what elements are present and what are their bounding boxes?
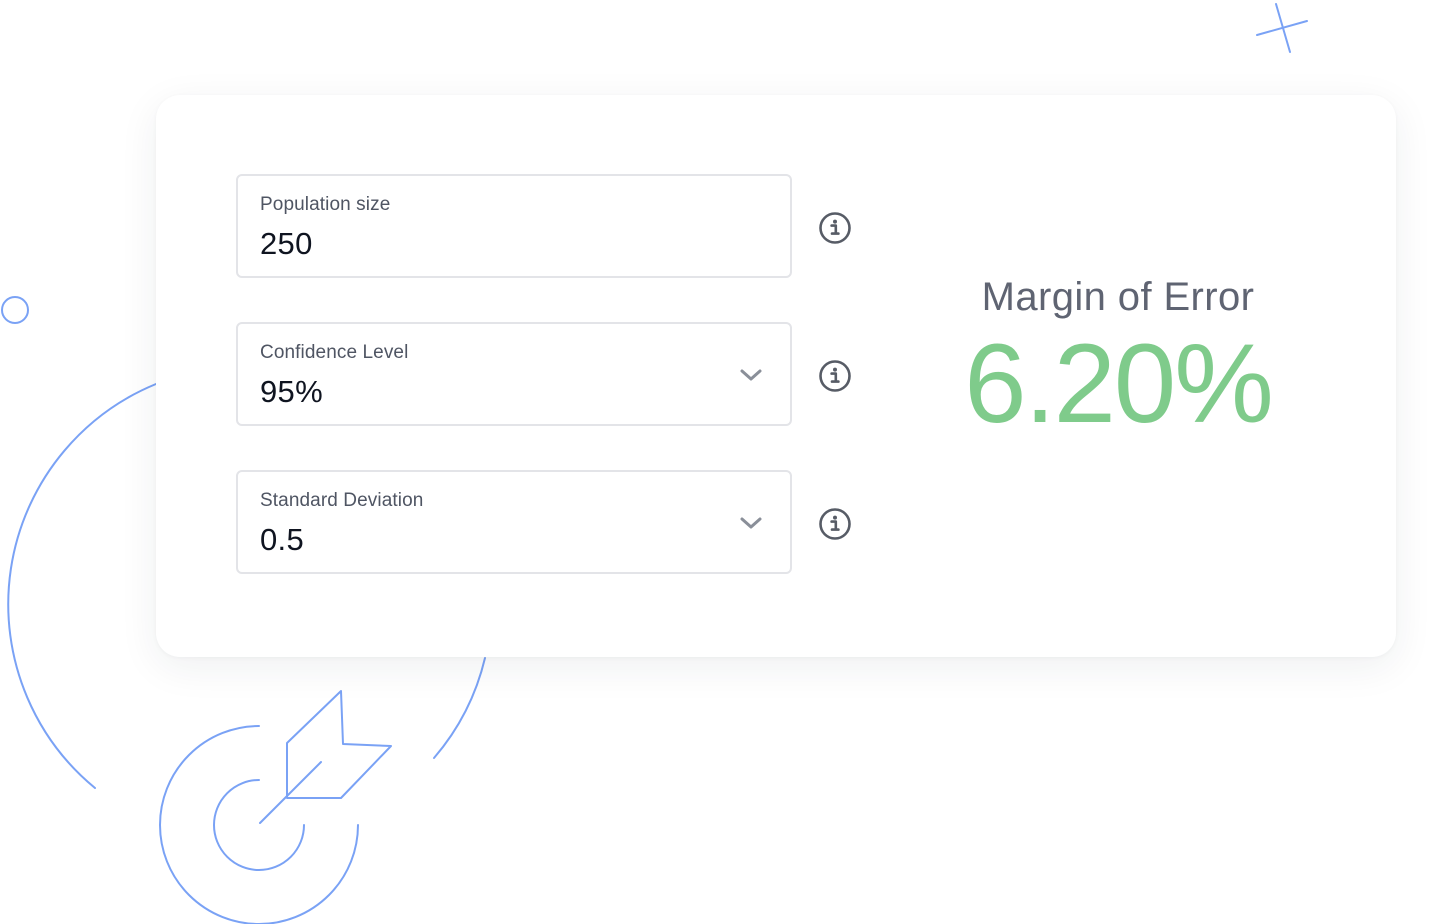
population-size-field[interactable]: Population size 250 xyxy=(236,174,792,278)
info-icon[interactable] xyxy=(818,359,852,393)
result-label: Margin of Error xyxy=(981,275,1255,319)
chevron-down-icon[interactable] xyxy=(738,514,764,532)
sparkle-icon xyxy=(1256,3,1308,53)
large-arc-decor-right xyxy=(433,657,486,759)
confidence-level-value: 95% xyxy=(260,374,323,409)
chevron-down-icon[interactable] xyxy=(738,366,764,384)
calculator-card: Population size 250 Confidence Level 95% xyxy=(156,95,1396,657)
standard-deviation-label: Standard Deviation xyxy=(260,490,424,511)
page: Population size 250 Confidence Level 95% xyxy=(0,0,1436,924)
population-size-label: Population size xyxy=(260,194,391,215)
info-icon[interactable] xyxy=(818,507,852,541)
standard-deviation-value: 0.5 xyxy=(260,522,304,557)
result-panel: Margin of Error 6.20% xyxy=(914,275,1322,440)
standard-deviation-select[interactable]: Standard Deviation 0.5 xyxy=(236,470,792,574)
margin-of-error-value: 6.20% xyxy=(964,321,1274,446)
confidence-level-select[interactable]: Confidence Level 95% xyxy=(236,322,792,426)
population-size-value[interactable]: 250 xyxy=(260,226,313,262)
small-circle-decor xyxy=(1,296,29,324)
confidence-level-label: Confidence Level xyxy=(260,342,409,363)
info-icon[interactable] xyxy=(818,211,852,245)
target-icon xyxy=(159,690,392,924)
large-arc-decor xyxy=(7,383,157,789)
